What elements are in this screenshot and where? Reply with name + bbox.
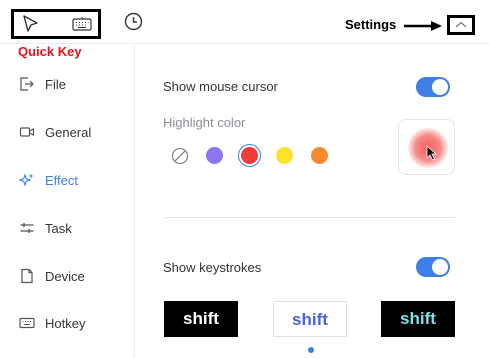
- show-keystrokes-label: Show keystrokes: [163, 260, 262, 275]
- task-sliders-icon: [20, 223, 34, 233]
- no-color-swatch[interactable]: [171, 147, 189, 165]
- toggle-knob: [432, 259, 448, 275]
- sidebar-item-label: Device: [45, 269, 85, 284]
- keystroke-style-dark[interactable]: shift: [164, 301, 238, 337]
- sidebar-item-hotkey[interactable]: Hotkey: [0, 308, 134, 338]
- collapse-chevron-icon: [455, 21, 467, 28]
- device-icon: [21, 268, 33, 284]
- sidebar: File General Effect Task Device Hotkey: [0, 45, 135, 358]
- keyboard-icon[interactable]: [72, 16, 92, 32]
- sidebar-item-label: Effect: [45, 173, 79, 188]
- keystroke-style-dark-teal[interactable]: shift: [381, 301, 455, 337]
- cursor-icon[interactable]: [21, 14, 41, 34]
- show-mouse-cursor-toggle[interactable]: [416, 77, 450, 97]
- sidebar-item-device[interactable]: Device: [0, 261, 134, 291]
- yellow-color-swatch[interactable]: [276, 147, 293, 164]
- mouse-pointer-icon: [426, 145, 438, 161]
- cursor-highlight-preview: [398, 119, 455, 175]
- sidebar-item-label: Hotkey: [45, 316, 86, 331]
- sidebar-item-file[interactable]: File: [0, 69, 134, 99]
- red-color-swatch[interactable]: [241, 147, 258, 164]
- keystroke-style-light[interactable]: shift: [273, 301, 347, 337]
- video-camera-icon: [19, 127, 35, 137]
- keyboard-icon: [19, 317, 35, 329]
- sidebar-item-label: Task: [45, 221, 72, 236]
- sidebar-item-task[interactable]: Task: [0, 213, 134, 243]
- file-export-icon: [20, 77, 34, 91]
- history-icon[interactable]: [124, 12, 143, 31]
- sidebar-item-general[interactable]: General: [0, 117, 134, 147]
- orange-color-swatch[interactable]: [311, 147, 328, 164]
- show-mouse-cursor-label: Show mouse cursor: [163, 79, 278, 94]
- sidebar-item-label: General: [45, 125, 92, 140]
- quick-key-highlight-box: [11, 9, 101, 39]
- toggle-knob: [432, 79, 448, 95]
- settings-annotation: Settings: [345, 17, 397, 32]
- sparkle-icon: [19, 173, 34, 187]
- carousel-page-indicator[interactable]: [308, 347, 314, 353]
- top-toolbar: Settings: [0, 0, 489, 44]
- section-divider: [164, 217, 454, 218]
- purple-color-swatch[interactable]: [206, 147, 223, 164]
- sidebar-item-effect[interactable]: Effect: [0, 165, 134, 195]
- sidebar-item-label: File: [45, 77, 66, 92]
- arrow-annotation-icon: [404, 21, 442, 31]
- show-keystrokes-toggle[interactable]: [416, 257, 450, 277]
- highlight-color-label: Highlight color: [163, 115, 246, 130]
- collapse-button[interactable]: [447, 15, 475, 35]
